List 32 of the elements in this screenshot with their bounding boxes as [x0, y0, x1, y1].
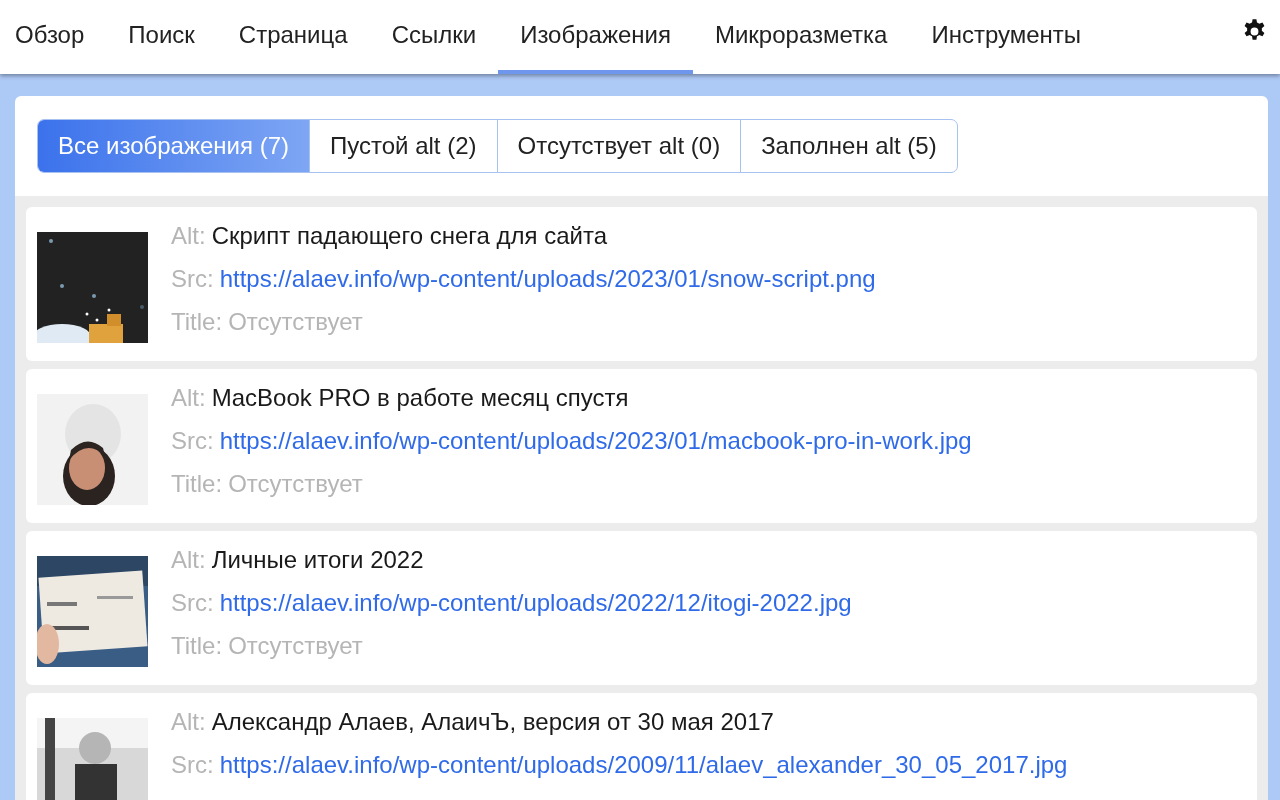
- field-label: Src:: [171, 588, 214, 618]
- field-label: Alt:: [171, 545, 206, 575]
- nav-tab[interactable]: Страница: [216, 0, 370, 74]
- alt-text: Личные итоги 2022: [211, 545, 424, 575]
- alt-text: Скрипт падающего снега для сайта: [211, 221, 608, 251]
- field-label: Alt:: [171, 221, 206, 251]
- field-label: Title:: [171, 307, 223, 337]
- image-url-link[interactable]: https://alaev.info/wp-content/uploads/2023/01/macbook-pro-in-work.jpg: [219, 425, 972, 457]
- filter-tab[interactable]: Отсутствует alt (0): [496, 120, 741, 172]
- image-url-link[interactable]: https://alaev.info/wp-content/uploads/2023/01/snow-script.png: [219, 263, 876, 295]
- nav-tab[interactable]: Обзор: [0, 0, 107, 74]
- alt-text: Александр Алаев, АлаичЪ, версия от 30 мая 2017: [211, 707, 774, 737]
- filter-tab[interactable]: Пустой alt (2): [309, 120, 497, 172]
- nav-tab[interactable]: Ссылки: [369, 0, 499, 74]
- nav-tab[interactable]: Инструменты: [909, 0, 1104, 74]
- field-label: Title:: [171, 631, 223, 661]
- nav-tab[interactable]: Микроразметка: [692, 0, 910, 74]
- field-label: Src:: [171, 426, 214, 456]
- field-label: Alt:: [171, 707, 206, 737]
- field-label: Src:: [171, 264, 214, 294]
- field-label: Alt:: [171, 383, 206, 413]
- field-label: Title:: [171, 469, 223, 499]
- image-url-link[interactable]: https://alaev.info/wp-content/uploads/2022/12/itogi-2022.jpg: [219, 587, 852, 619]
- alt-text: MacBook PRO в работе месяц спустя: [211, 383, 629, 413]
- title-value: Отсутствует: [228, 469, 363, 499]
- title-value: Отсутствует: [228, 631, 363, 661]
- image-url-link[interactable]: https://alaev.info/wp-content/uploads/2009/11/alaev_alexander_30_05_2017.jpg: [219, 749, 1068, 781]
- title-value: Отсутствует: [228, 307, 363, 337]
- filter-tab[interactable]: Заполнен alt (5): [740, 120, 957, 172]
- nav-tab[interactable]: Поиск: [106, 0, 217, 74]
- nav-tab[interactable]: Изображения: [498, 0, 693, 74]
- field-label: Src:: [171, 750, 214, 780]
